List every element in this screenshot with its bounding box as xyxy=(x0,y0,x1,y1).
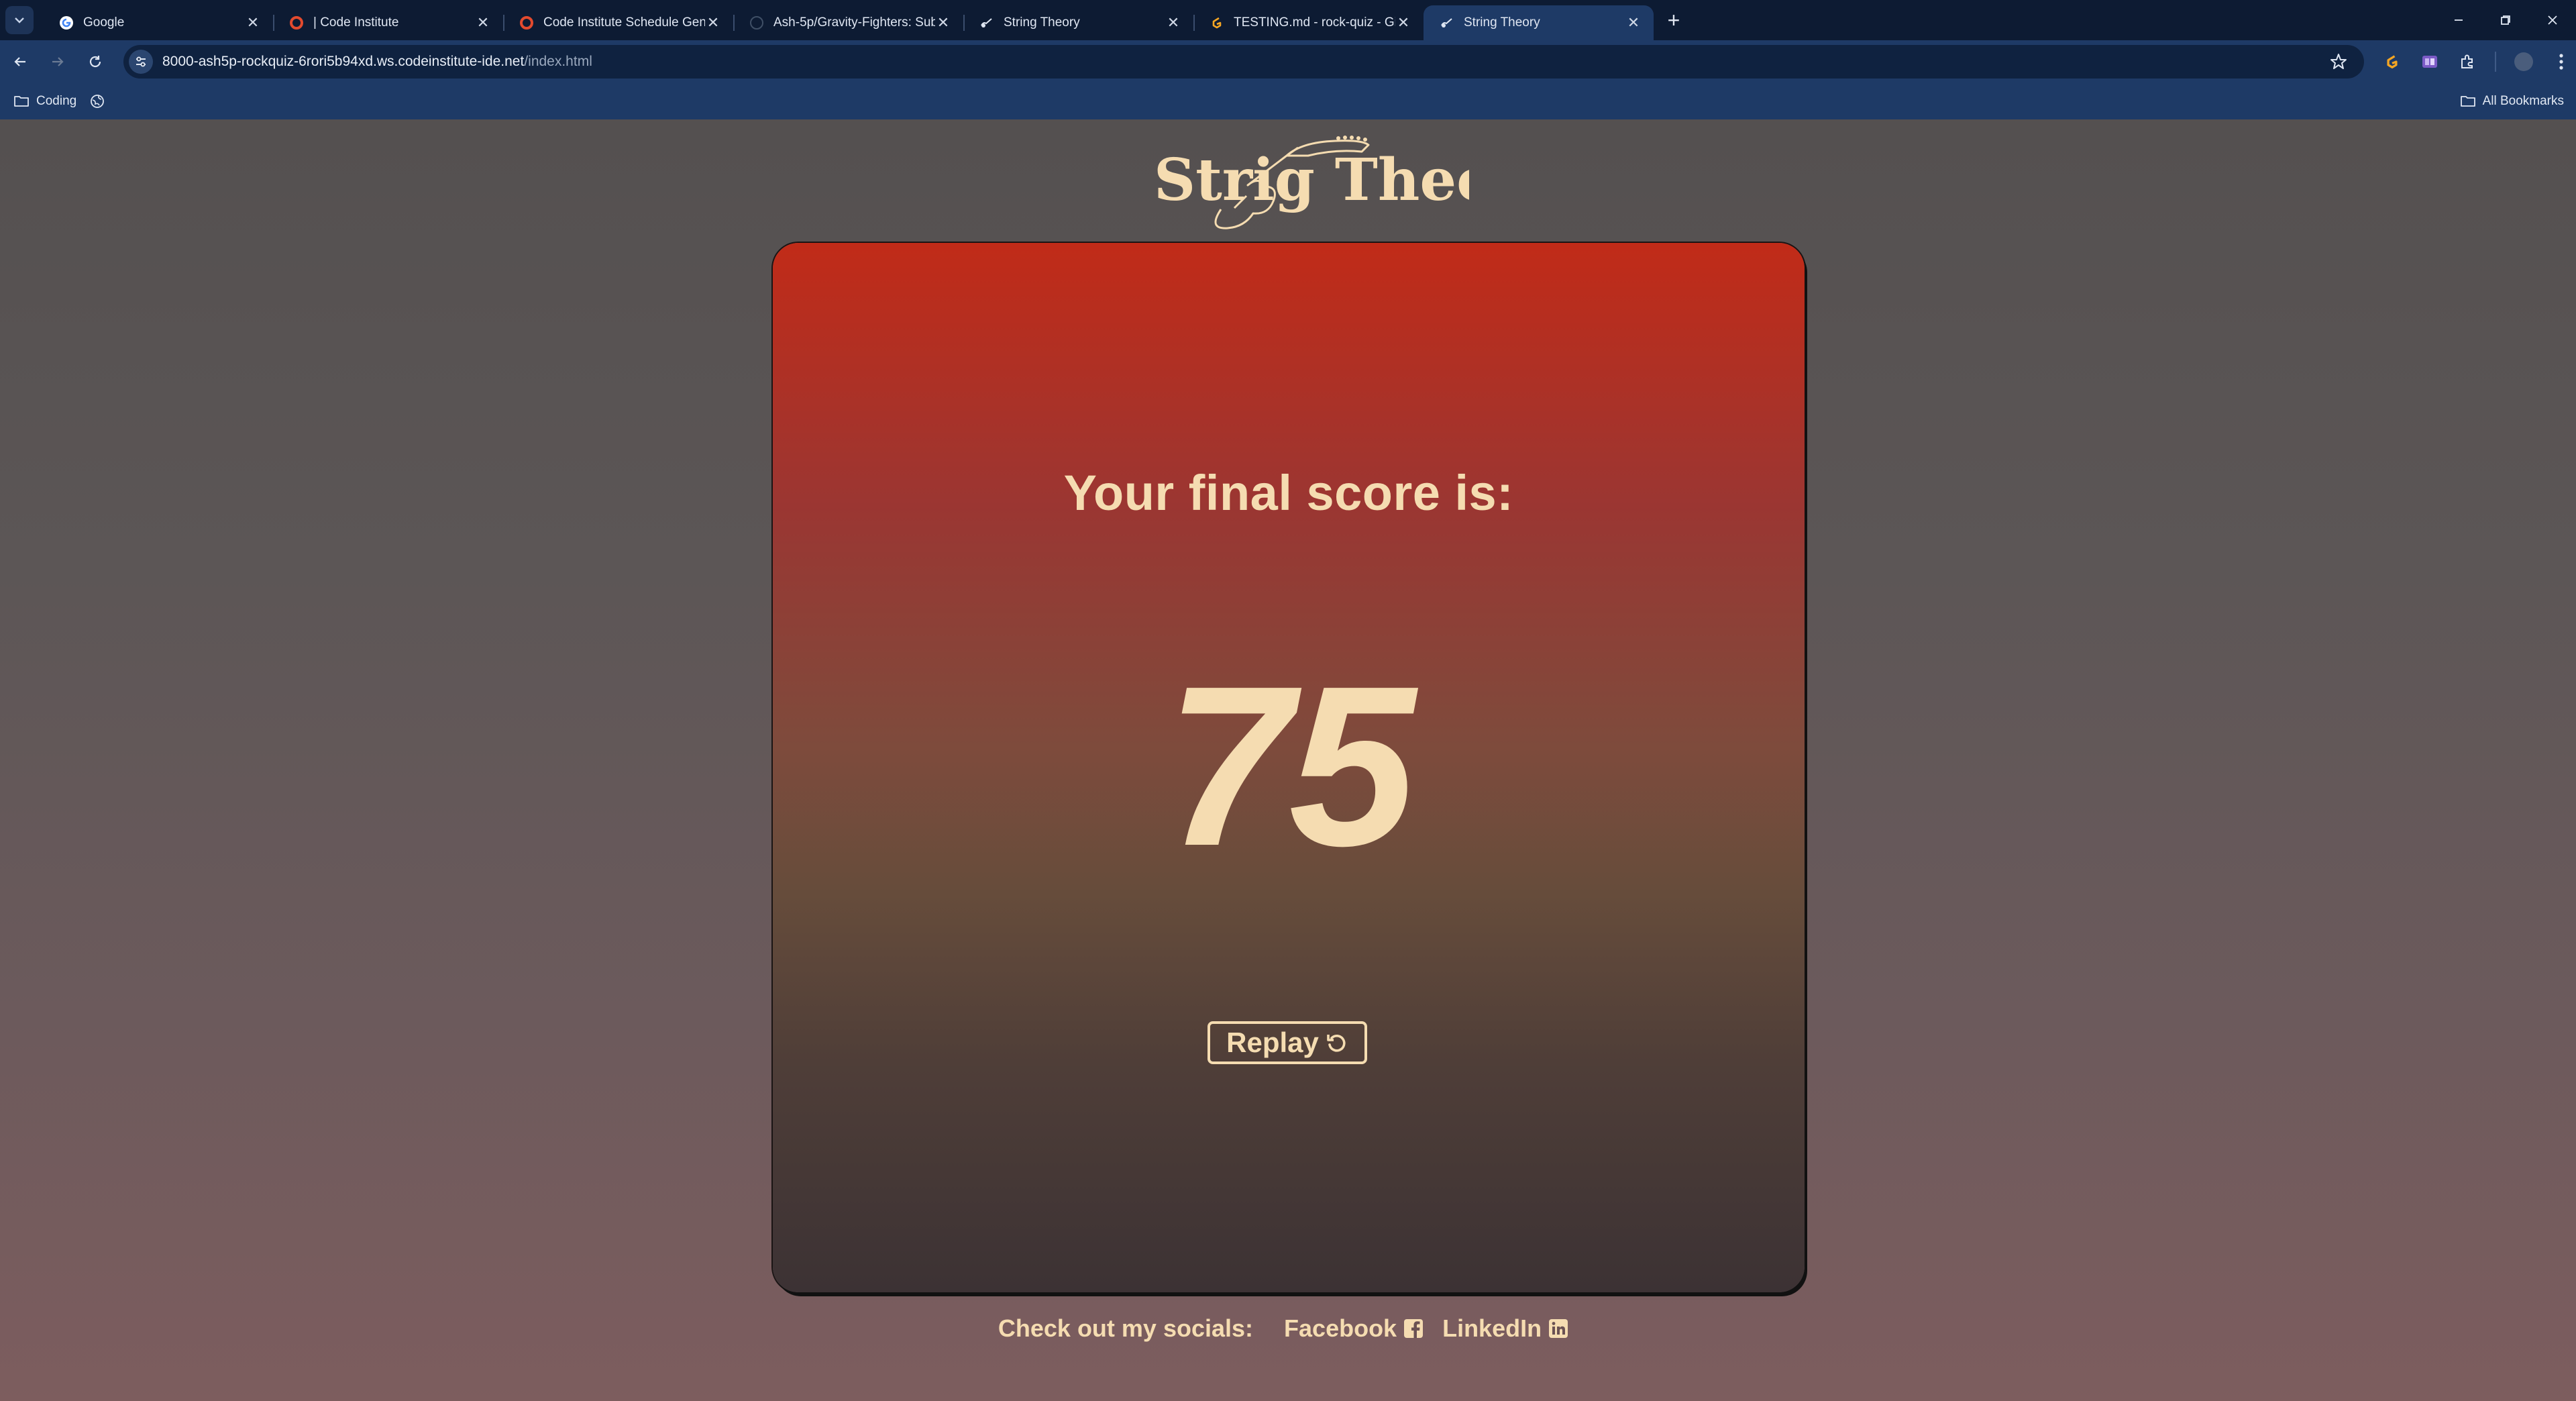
replay-label: Replay xyxy=(1226,1027,1319,1058)
site-info-button[interactable] xyxy=(129,50,153,74)
tab-list: Google ✕ | Code Institute ✕ Code Institu… xyxy=(43,5,1654,40)
page-content: Strig Theory Your final score is: 75 Rep… xyxy=(0,119,2576,1401)
url-text: 8000-ash5p-rockquiz-6rori5b94xd.ws.codei… xyxy=(162,54,592,70)
bookmarks-bar: Coding All Bookmarks xyxy=(0,83,2576,119)
tab-title: Code Institute Schedule Generator xyxy=(543,15,705,30)
close-icon[interactable]: ✕ xyxy=(245,15,261,31)
tab-schedule-generator[interactable]: Code Institute Schedule Generator ✕ xyxy=(503,5,733,40)
arrow-right-icon xyxy=(52,57,64,66)
back-button[interactable] xyxy=(3,44,38,79)
replay-button[interactable]: Replay xyxy=(1208,1021,1367,1064)
score-heading: Your final score is: xyxy=(1063,465,1514,521)
tab-code-institute[interactable]: | Code Institute ✕ xyxy=(273,5,503,40)
all-bookmarks-button[interactable]: All Bookmarks xyxy=(2460,83,2564,119)
tab-title: String Theory xyxy=(1464,15,1540,30)
socials-label: Check out my socials: xyxy=(998,1314,1254,1342)
folder-icon xyxy=(2460,96,2475,107)
address-bar[interactable]: 8000-ash5p-rockquiz-6rori5b94xd.ws.codei… xyxy=(123,45,2364,79)
close-icon xyxy=(2548,15,2557,25)
facebook-link[interactable]: Facebook xyxy=(1284,1314,1424,1343)
bookmark-folder-label: Coding xyxy=(36,94,77,108)
browser-toolbar: 8000-ash5p-rockquiz-6rori5b94xd.ws.codei… xyxy=(0,40,2576,83)
restore-icon xyxy=(2501,15,2510,25)
color-picker-icon xyxy=(2422,56,2437,68)
linkedin-icon xyxy=(1549,1319,1568,1338)
final-score: 75 xyxy=(1165,639,1415,894)
gitpod-extension-button[interactable] xyxy=(2375,44,2410,79)
all-bookmarks-label: All Bookmarks xyxy=(2482,94,2564,108)
code-institute-icon xyxy=(289,15,304,30)
close-window-button[interactable] xyxy=(2529,0,2576,40)
bookmark-star-button[interactable] xyxy=(2328,51,2349,72)
tab-google[interactable]: Google ✕ xyxy=(43,5,273,40)
code-institute-icon xyxy=(519,15,534,30)
facebook-label: Facebook xyxy=(1284,1314,1397,1342)
extensions-area xyxy=(2375,44,2576,79)
menu-button[interactable] xyxy=(2544,44,2576,79)
quiz-card: Your final score is: 75 Replay xyxy=(773,243,1805,1292)
string-theory-icon xyxy=(1440,15,1454,30)
arrow-left-icon xyxy=(14,57,25,66)
puzzle-icon xyxy=(2461,54,2473,68)
folder-icon xyxy=(14,96,29,107)
chevron-down-icon xyxy=(15,17,24,23)
profile-button[interactable] xyxy=(2506,44,2541,79)
tab-title: Ash-5p/Gravity-Fighters: Submission xyxy=(773,15,935,30)
tab-github[interactable]: Ash-5p/Gravity-Fighters: Submission ✕ xyxy=(733,5,963,40)
tab-string-theory[interactable]: String Theory ✕ xyxy=(963,5,1193,40)
tab-title: String Theory xyxy=(1004,15,1080,30)
gitpod-icon xyxy=(2387,55,2398,68)
url-path: /index.html xyxy=(524,54,592,69)
close-icon[interactable]: ✕ xyxy=(705,15,721,31)
extensions-button[interactable] xyxy=(2450,44,2485,79)
close-icon[interactable]: ✕ xyxy=(1625,15,1642,31)
tab-gitpod[interactable]: TESTING.md - rock-quiz - Gitpod ✕ xyxy=(1193,5,1424,40)
close-icon[interactable]: ✕ xyxy=(1165,15,1181,31)
color-extension-button[interactable] xyxy=(2412,44,2447,79)
string-theory-logo: Strig Theory xyxy=(1154,136,1469,229)
close-icon[interactable]: ✕ xyxy=(475,15,491,31)
minimize-icon xyxy=(2455,19,2463,21)
window-controls xyxy=(2435,0,2576,40)
tune-icon xyxy=(136,56,146,67)
facebook-icon xyxy=(1404,1319,1424,1338)
restore-button[interactable] xyxy=(2482,0,2529,40)
globe-icon xyxy=(91,95,105,108)
close-icon[interactable]: ✕ xyxy=(935,15,951,31)
github-icon xyxy=(749,15,764,30)
tab-search-button[interactable] xyxy=(5,6,34,34)
tab-title: | Code Institute xyxy=(313,15,399,30)
avatar xyxy=(2514,52,2533,71)
reload-icon xyxy=(89,56,101,68)
linkedin-link[interactable]: LinkedIn xyxy=(1442,1314,1568,1343)
toolbar-divider xyxy=(2487,44,2504,79)
browser-window: Google ✕ | Code Institute ✕ Code Institu… xyxy=(0,0,2576,1401)
tab-strip: Google ✕ | Code Institute ✕ Code Institu… xyxy=(0,0,2576,40)
tab-title: Google xyxy=(83,15,125,30)
linkedin-label: LinkedIn xyxy=(1442,1314,1542,1342)
string-theory-icon xyxy=(979,15,994,30)
bookmark-globe[interactable] xyxy=(90,94,111,109)
forward-button[interactable] xyxy=(40,44,75,79)
star-icon xyxy=(2330,54,2347,69)
new-tab-button[interactable]: + xyxy=(1659,5,1688,35)
close-icon[interactable]: ✕ xyxy=(1395,15,1411,31)
gitpod-icon xyxy=(1210,15,1224,30)
minimize-button[interactable] xyxy=(2435,0,2482,40)
rotate-left-icon xyxy=(1327,1035,1346,1052)
tab-string-theory-active[interactable]: String Theory ✕ xyxy=(1424,5,1654,40)
reload-button[interactable] xyxy=(78,44,113,79)
more-vertical-icon xyxy=(2559,54,2563,70)
bookmark-folder-coding[interactable]: Coding xyxy=(13,94,76,109)
logo-text: Strig Theory xyxy=(1154,146,1469,214)
google-icon xyxy=(59,15,74,30)
url-host: 8000-ash5p-rockquiz-6rori5b94xd.ws.codei… xyxy=(162,54,525,69)
tab-title: TESTING.md - rock-quiz - Gitpod xyxy=(1234,15,1395,30)
footer: Check out my socials: Facebook LinkedIn xyxy=(0,1308,2576,1349)
